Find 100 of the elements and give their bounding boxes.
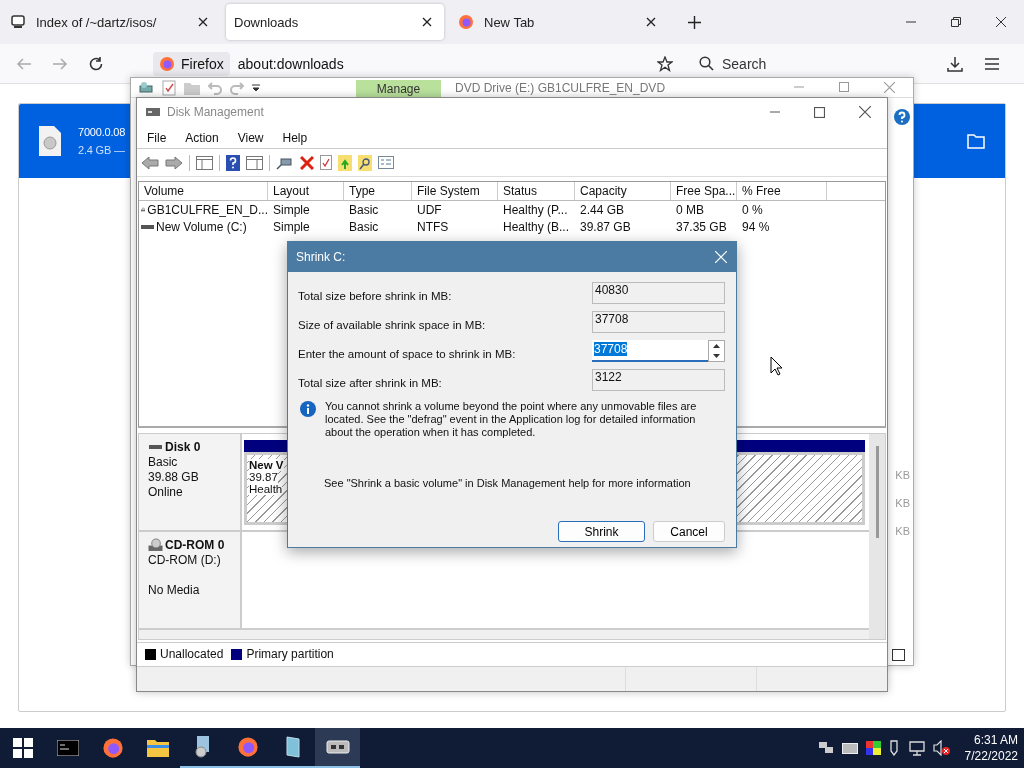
- identity-chip[interactable]: Firefox: [153, 51, 230, 76]
- download-item[interactable]: 7000.0.08 2.4 GB —: [19, 104, 130, 178]
- folder-up-icon[interactable]: [338, 154, 352, 171]
- search-field[interactable]: Search: [720, 54, 874, 73]
- folder-icon: [146, 739, 169, 757]
- table-cell: Healthy (B...: [503, 219, 570, 234]
- maximize-icon[interactable]: [814, 106, 825, 118]
- window-title: DVD Drive (E:) GB1CULFRE_EN_DVD: [455, 80, 666, 95]
- browser-tab[interactable]: Downloads: [226, 4, 444, 40]
- details-view-icon[interactable]: [892, 649, 905, 661]
- folder-icon: [967, 133, 985, 149]
- speaker-muted-icon[interactable]: [932, 740, 951, 756]
- clock-time: 6:31 AM: [973, 732, 1018, 748]
- clock[interactable]: 6:31 AM 7/22/2022: [964, 732, 1018, 764]
- download-name: 7000.0.08: [78, 126, 126, 138]
- clock-date: 7/22/2022: [964, 748, 1018, 764]
- disk-type: CD-ROM (D:): [148, 552, 222, 567]
- legend-label: Unallocated: [160, 647, 224, 662]
- table-cell: Simple: [273, 202, 310, 217]
- address-bar[interactable]: Firefox about:downloads: [153, 47, 683, 80]
- mouse-pointer-icon: [770, 356, 783, 376]
- spin-buttons[interactable]: [708, 340, 725, 362]
- table-cell: Healthy (P...: [503, 202, 568, 217]
- close-icon[interactable]: [996, 17, 1006, 27]
- star-icon[interactable]: [657, 55, 673, 72]
- firefox-icon: [236, 736, 259, 758]
- help-icon[interactable]: [226, 154, 240, 171]
- menu-item[interactable]: Help: [282, 130, 308, 145]
- taskbar-app[interactable]: [315, 728, 360, 768]
- search-folder-icon[interactable]: [358, 154, 372, 171]
- menu-item[interactable]: Action: [185, 130, 219, 145]
- browser-tab[interactable]: Index of /~dartz/isos/: [2, 4, 220, 40]
- close-icon[interactable]: [646, 17, 656, 27]
- column-header[interactable]: Volume: [139, 182, 268, 201]
- reload-icon[interactable]: [88, 55, 104, 72]
- delete-icon[interactable]: [300, 155, 314, 170]
- checklist-icon[interactable]: [320, 155, 332, 171]
- disc-file-icon: [39, 126, 61, 156]
- action-pane-icon[interactable]: [246, 155, 263, 170]
- close-icon[interactable]: [859, 106, 871, 119]
- menu-item[interactable]: View: [237, 130, 264, 145]
- menu-item[interactable]: File: [147, 130, 167, 145]
- server-icon: [10, 14, 26, 30]
- column-header[interactable]: File System: [412, 182, 498, 201]
- usb-icon[interactable]: [888, 740, 901, 756]
- table-cell: UDF: [417, 202, 442, 217]
- table-cell: 0 MB: [676, 202, 704, 217]
- scrollbar[interactable]: [869, 433, 885, 639]
- table-cell: 94 %: [742, 219, 770, 234]
- windows-icon: [12, 738, 33, 758]
- column-header[interactable]: Layout: [268, 182, 344, 201]
- manage-tab[interactable]: Manage: [356, 80, 441, 97]
- disk-status: Online: [148, 484, 184, 499]
- color-icon[interactable]: [865, 741, 881, 755]
- new-tab-icon[interactable]: [688, 15, 701, 29]
- properties-list-icon[interactable]: [378, 156, 394, 170]
- table-cell: GB1CULFRE_EN_D...: [147, 202, 268, 217]
- column-header[interactable]: % Free: [737, 182, 827, 201]
- network-icon[interactable]: [817, 741, 834, 755]
- table-cell: 39.87 GB: [580, 219, 631, 234]
- column-header[interactable]: Capacity: [575, 182, 671, 201]
- cancel-button[interactable]: Cancel: [653, 521, 725, 542]
- table-cell: 2.44 GB: [580, 202, 625, 217]
- download-icon[interactable]: [947, 55, 963, 72]
- amount-input[interactable]: 37708: [592, 340, 708, 362]
- properties-icon[interactable]: [162, 79, 176, 96]
- field-label: Size of available shrink space in MB:: [298, 319, 486, 331]
- menu-icon[interactable]: [985, 57, 999, 70]
- disk-label-cell[interactable]: CD-ROM 0 CD-ROM (D:) No Media: [139, 531, 242, 628]
- column-header[interactable]: Free Spa...: [671, 182, 737, 201]
- restore-icon[interactable]: [951, 17, 961, 27]
- disk-name: Disk 0: [165, 439, 201, 454]
- table-cell: NTFS: [417, 219, 449, 234]
- help-icon[interactable]: [894, 109, 910, 125]
- column-header[interactable]: Status: [498, 182, 575, 201]
- keyboard-icon[interactable]: [841, 742, 858, 754]
- caret-icon[interactable]: [252, 83, 260, 92]
- forward-icon[interactable]: [165, 155, 183, 170]
- disk-label-cell[interactable]: Disk 0 Basic 39.88 GB Online: [139, 433, 242, 530]
- table-cell: Basic: [349, 219, 379, 234]
- window-title: Disk Management: [167, 105, 264, 120]
- tablet-icon: [285, 736, 300, 758]
- field-label: Total size after shrink in MB:: [298, 377, 442, 389]
- monitor-icon[interactable]: [908, 740, 925, 756]
- info-icon: [300, 401, 316, 417]
- readonly-field: 3122: [592, 369, 725, 391]
- browser-tab[interactable]: New Tab: [450, 4, 668, 40]
- shrink-button[interactable]: Shrink: [558, 521, 645, 542]
- firefox-icon: [458, 14, 474, 30]
- search-icon: [699, 56, 714, 71]
- column-header[interactable]: Type: [344, 182, 412, 201]
- close-icon[interactable]: [422, 17, 432, 27]
- console-tree-icon[interactable]: [196, 155, 213, 170]
- url-text: about:downloads: [237, 55, 345, 72]
- connect-icon[interactable]: [276, 155, 294, 170]
- close-icon[interactable]: [198, 17, 208, 27]
- readonly-field: 37708: [592, 311, 725, 333]
- drive-icon: [138, 79, 154, 96]
- field-label: Total size before shrink in MB:: [298, 290, 452, 302]
- back-icon[interactable]: [141, 155, 159, 170]
